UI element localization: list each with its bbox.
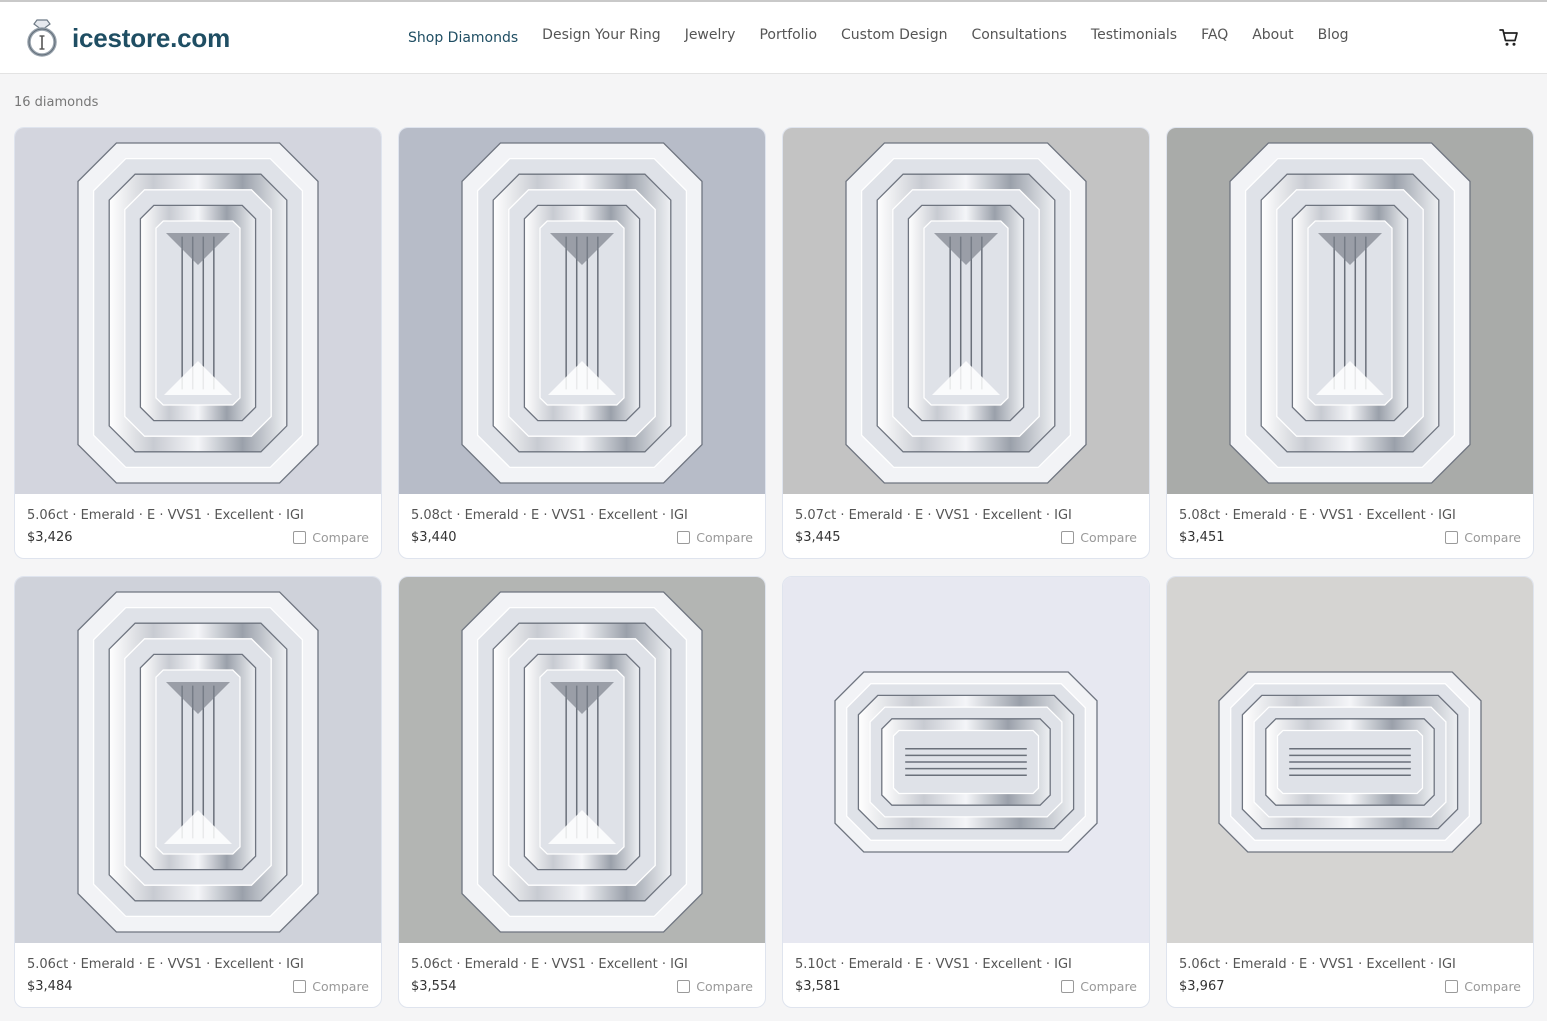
compare-checkbox[interactable] xyxy=(293,980,307,993)
diamond-price: $3,440 xyxy=(411,530,457,545)
compare-label: Compare xyxy=(1464,979,1521,994)
nav-item-custom-design[interactable]: Custom Design xyxy=(829,27,959,43)
cart-icon xyxy=(1499,29,1519,52)
compare-toggle[interactable]: Compare xyxy=(1061,979,1137,994)
compare-toggle[interactable]: Compare xyxy=(1445,979,1521,994)
compare-label: Compare xyxy=(312,979,369,994)
compare-label: Compare xyxy=(1464,530,1521,545)
diamond-specs: 5.08ct · Emerald · E · VVS1 · Excellent … xyxy=(1179,508,1456,523)
main-nav: Shop Diamonds Design Your Ring Jewelry Port… xyxy=(396,27,1361,46)
diamond-card[interactable]: 5.08ct · Emerald · E · VVS1 · Excellent … xyxy=(1166,127,1534,559)
diamond-specs: 5.06ct · Emerald · E · VVS1 · Excellent … xyxy=(27,508,304,523)
nav-item-jewelry[interactable]: Jewelry xyxy=(673,27,748,43)
compare-label: Compare xyxy=(1080,979,1137,994)
diamond-specs: 5.06ct · Emerald · E · VVS1 · Excellent … xyxy=(27,957,304,972)
compare-label: Compare xyxy=(312,530,369,545)
diamond-card[interactable]: 5.06ct · Emerald · E · VVS1 · Excellent … xyxy=(1166,576,1534,1008)
diamond-price: $3,451 xyxy=(1179,530,1225,545)
diamond-specs: 5.07ct · Emerald · E · VVS1 · Excellent … xyxy=(795,508,1072,523)
diamond-image[interactable] xyxy=(1167,128,1533,494)
compare-checkbox[interactable] xyxy=(1061,531,1075,544)
compare-checkbox[interactable] xyxy=(1445,531,1459,544)
nav-item-design-your-ring[interactable]: Design Your Ring xyxy=(530,27,673,43)
diamond-card[interactable]: 5.06ct · Emerald · E · VVS1 · Excellent … xyxy=(14,127,382,559)
results-count: 16 diamonds xyxy=(14,95,99,110)
diamond-image[interactable] xyxy=(1167,577,1533,943)
compare-label: Compare xyxy=(696,530,753,545)
diamond-price: $3,554 xyxy=(411,979,457,994)
diamond-price: $3,445 xyxy=(795,530,841,545)
diamond-image[interactable] xyxy=(399,128,765,494)
diamond-card[interactable]: 5.06ct · Emerald · E · VVS1 · Excellent … xyxy=(14,576,382,1008)
nav-item-blog[interactable]: Blog xyxy=(1306,27,1361,43)
nav-item-portfolio[interactable]: Portfolio xyxy=(747,27,829,43)
diamond-price: $3,967 xyxy=(1179,979,1225,994)
nav-item-consultations[interactable]: Consultations xyxy=(959,27,1078,43)
diamond-price: $3,581 xyxy=(795,979,841,994)
site-logo[interactable]: icestore.com xyxy=(24,18,230,58)
compare-checkbox[interactable] xyxy=(677,980,691,993)
compare-toggle[interactable]: Compare xyxy=(1445,530,1521,545)
diamond-price: $3,426 xyxy=(27,530,73,545)
diamond-image[interactable] xyxy=(399,577,765,943)
nav-item-about[interactable]: About xyxy=(1240,27,1305,43)
site-header: icestore.com Shop Diamonds Design Your Ri… xyxy=(0,2,1547,74)
diamond-image[interactable] xyxy=(783,128,1149,494)
compare-toggle[interactable]: Compare xyxy=(1061,530,1137,545)
diamond-specs: 5.08ct · Emerald · E · VVS1 · Excellent … xyxy=(411,508,688,523)
diamond-grid: 5.06ct · Emerald · E · VVS1 · Excellent … xyxy=(14,127,1534,1021)
diamond-card[interactable]: 5.08ct · Emerald · E · VVS1 · Excellent … xyxy=(398,127,766,559)
diamond-price: $3,484 xyxy=(27,979,73,994)
diamond-card[interactable]: 5.07ct · Emerald · E · VVS1 · Excellent … xyxy=(782,127,1150,559)
nav-item-shop-diamonds[interactable]: Shop Diamonds xyxy=(396,30,530,46)
diamond-card[interactable]: 5.10ct · Emerald · E · VVS1 · Excellent … xyxy=(782,576,1150,1008)
compare-checkbox[interactable] xyxy=(1445,980,1459,993)
compare-toggle[interactable]: Compare xyxy=(677,530,753,545)
compare-toggle[interactable]: Compare xyxy=(677,979,753,994)
diamond-image[interactable] xyxy=(783,577,1149,943)
nav-item-testimonials[interactable]: Testimonials xyxy=(1079,27,1189,43)
compare-label: Compare xyxy=(1080,530,1137,545)
compare-toggle[interactable]: Compare xyxy=(293,530,369,545)
diamond-specs: 5.06ct · Emerald · E · VVS1 · Excellent … xyxy=(1179,957,1456,972)
nav-item-faq[interactable]: FAQ xyxy=(1189,27,1240,43)
diamond-specs: 5.06ct · Emerald · E · VVS1 · Excellent … xyxy=(411,957,688,972)
compare-checkbox[interactable] xyxy=(293,531,307,544)
compare-checkbox[interactable] xyxy=(677,531,691,544)
diamond-card[interactable]: 5.06ct · Emerald · E · VVS1 · Excellent … xyxy=(398,576,766,1008)
compare-toggle[interactable]: Compare xyxy=(293,979,369,994)
compare-label: Compare xyxy=(696,979,753,994)
diamond-specs: 5.10ct · Emerald · E · VVS1 · Excellent … xyxy=(795,957,1072,972)
diamond-image[interactable] xyxy=(15,128,381,494)
ring-logo-icon xyxy=(24,18,60,58)
brand-name: icestore.com xyxy=(72,22,231,53)
compare-checkbox[interactable] xyxy=(1061,980,1075,993)
diamond-image[interactable] xyxy=(15,577,381,943)
cart-button[interactable] xyxy=(1499,28,1519,52)
